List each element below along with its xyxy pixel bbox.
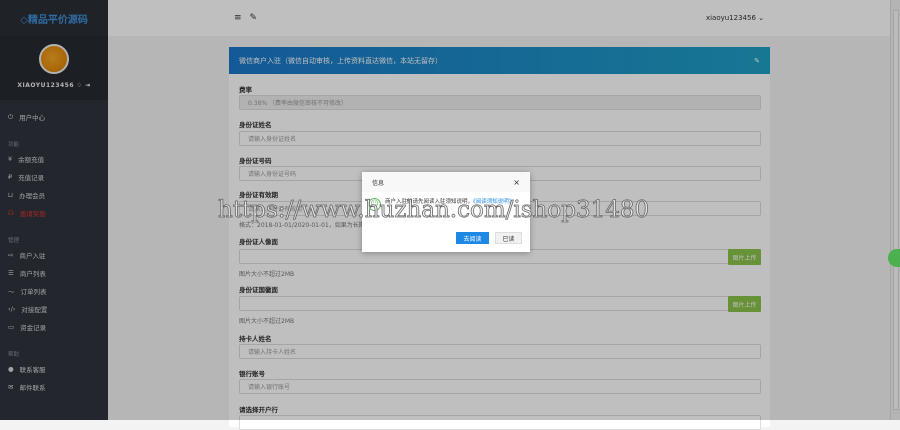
- go-read-button[interactable]: 去阅读: [456, 232, 489, 244]
- already-read-button[interactable]: 已读: [495, 232, 522, 244]
- floating-chat-button[interactable]: [888, 249, 900, 267]
- watermark: https://www.huzhan.com/ishop31480: [218, 197, 650, 224]
- dialog-title: 信息: [372, 179, 385, 187]
- close-icon[interactable]: ×: [513, 178, 520, 187]
